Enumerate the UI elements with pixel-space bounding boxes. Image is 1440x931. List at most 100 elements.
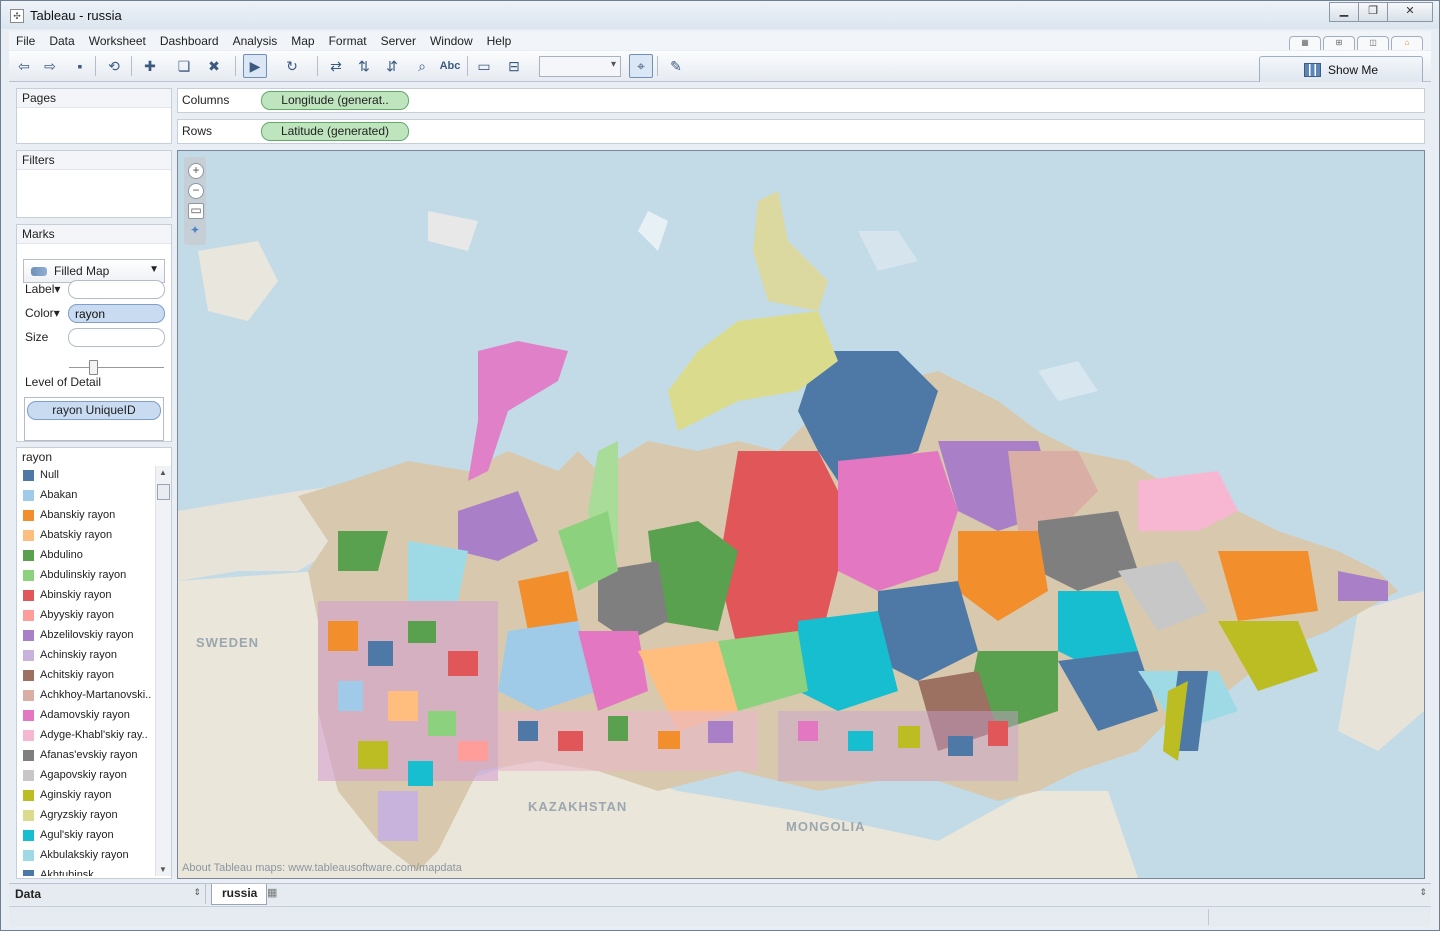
legend-item-label: Achitskiy rayon [40,669,114,681]
legend-item[interactable]: Abinskiy rayon [17,586,155,606]
legend-item-label: Achkhoy-Martanovski.. [40,689,152,701]
legend-item[interactable]: Abanskiy rayon [17,506,155,526]
legend-item[interactable]: Abyyskiy rayon [17,606,155,626]
legend-item[interactable]: Abzelilovskiy rayon [17,626,155,646]
legend-item[interactable]: Adyge-Khabl'skiy ray.. [17,726,155,746]
auto-update-icon[interactable]: ▶ [243,54,267,78]
legend-item[interactable]: Akbulakskiy rayon [17,846,155,866]
legend-scrollbar[interactable]: ▲ ▼ [155,466,171,876]
menu-window[interactable]: Window [423,34,480,48]
legend-item[interactable]: Agapovskiy rayon [17,766,155,786]
sheet-tabs-bar: Data ⇕ russia ▦ ⇕ [9,883,1431,905]
redo-icon[interactable]: ⇨ [39,55,61,77]
undo-icon[interactable]: ⇦ [13,55,35,77]
data-source-icon[interactable]: ◫ [1357,36,1389,50]
map-canvas[interactable] [178,151,1424,878]
rows-shelf[interactable]: Rows Latitude (generated) [177,119,1425,144]
size-shelf-label[interactable]: Size [25,330,48,344]
scroll-up-icon[interactable]: ▲ [159,468,167,477]
lod-field-pill[interactable]: rayon UniqueID [27,401,161,420]
level-of-detail-shelf[interactable]: rayon UniqueID [24,397,164,441]
size-slider-track[interactable] [69,367,164,368]
size-shelf[interactable] [68,328,165,347]
tooltip-toggle-icon[interactable]: ⌖ [629,54,653,78]
pages-card[interactable]: Pages [16,88,172,144]
longitude-pill[interactable]: Longitude (generat.. [261,91,409,110]
legend-item[interactable]: Agryzskiy rayon [17,806,155,826]
menu-format[interactable]: Format [322,34,374,48]
start-page-icon[interactable]: ⌂ [1391,36,1423,50]
fit-dropdown[interactable] [539,56,621,77]
zoom-area-icon[interactable]: ▭ [188,203,204,219]
refresh-icon[interactable]: ↻ [281,55,303,77]
menu-data[interactable]: Data [42,34,81,48]
columns-shelf[interactable]: Columns Longitude (generat.. [177,88,1425,113]
menu-map[interactable]: Map [284,34,321,48]
presentation-mode-icon[interactable]: ▭ [473,55,495,77]
duplicate-sheet-icon[interactable]: ❏ [173,55,195,77]
close-button[interactable]: ✕ [1387,2,1433,22]
legend-item-label: Agapovskiy rayon [40,769,127,781]
legend-item-label: Afanas'evskiy rayon [40,749,138,761]
new-sheet-tab-icon[interactable]: ▦ [267,886,293,902]
map-attribution[interactable]: About Tableau maps: www.tableausoftware.… [182,862,462,874]
menu-file[interactable]: File [9,34,42,48]
filmstrip-view-icon[interactable]: ▦ [1289,36,1321,50]
legend-item[interactable]: Abakan [17,486,155,506]
menu-server[interactable]: Server [374,34,423,48]
pin-map-icon[interactable]: ✦ [188,224,202,238]
minimize-button[interactable]: ▁ [1329,2,1359,22]
group-members-icon[interactable]: ⌕ [411,55,433,77]
fit-options-icon[interactable]: ⊟ [503,55,525,77]
legend-item[interactable]: Achkhoy-Martanovski.. [17,686,155,706]
show-mark-labels-button[interactable]: Abc [437,55,463,77]
color-field-pill[interactable]: rayon [68,304,165,323]
color-shelf-label[interactable]: Color▾ [25,306,60,320]
zoom-out-icon[interactable]: − [188,183,204,199]
clear-sheet-icon[interactable]: ✖ [203,55,225,77]
swap-rows-columns-icon[interactable]: ⇄ [325,55,347,77]
menu-dashboard[interactable]: Dashboard [153,34,226,48]
sheet-tab-label: russia [222,886,258,900]
legend-item[interactable]: Aginskiy rayon [17,786,155,806]
new-worksheet-icon[interactable]: ✚ [139,55,161,77]
toolbar-separator [467,56,468,76]
menu-worksheet[interactable]: Worksheet [82,34,153,48]
legend-item[interactable]: Abdulino [17,546,155,566]
tab-scroll-icon[interactable]: ⇕ [1419,887,1427,898]
up-down-arrow-icon[interactable]: ⇕ [193,887,201,898]
sort-ascending-icon[interactable]: ⇅ [353,55,375,77]
legend-swatch [23,710,34,721]
legend-item[interactable]: Abdulinskiy rayon [17,566,155,586]
menu-help[interactable]: Help [480,34,519,48]
highlight-icon[interactable]: ✎ [665,55,687,77]
legend-item[interactable]: Agul'skiy rayon [17,826,155,846]
legend-item[interactable]: Achitskiy rayon [17,666,155,686]
legend-item[interactable]: Null [17,466,155,486]
sheet-sorter-icon[interactable]: ⊞ [1323,36,1355,50]
legend-swatch [23,650,34,661]
legend-item[interactable]: Adamovskiy rayon [17,706,155,726]
show-me-button[interactable]: Show Me [1259,56,1423,82]
label-shelf[interactable] [68,280,165,299]
legend-item[interactable]: Akhtubinsk [17,866,155,876]
connect-data-icon[interactable]: ⟲ [103,55,125,77]
legend-item-label: Abyyskiy rayon [40,609,114,621]
save-icon[interactable]: ▪ [69,55,91,77]
legend-item[interactable]: Abatskiy rayon [17,526,155,546]
sort-descending-icon[interactable]: ⇵ [381,55,403,77]
legend-item[interactable]: Afanas'evskiy rayon [17,746,155,766]
label-shelf-label[interactable]: Label▾ [25,282,60,296]
map-view[interactable]: + − ▭ ✦ SWEDEN KAZAKHSTAN MONGOLIA About… [177,150,1425,879]
menu-analysis[interactable]: Analysis [226,34,285,48]
latitude-pill[interactable]: Latitude (generated) [261,122,409,141]
data-window-tab[interactable]: Data ⇕ [9,884,206,904]
legend-item[interactable]: Achinskiy rayon [17,646,155,666]
zoom-in-icon[interactable]: + [188,163,204,179]
filters-card[interactable]: Filters [16,150,172,218]
scrollbar-thumb[interactable] [157,484,170,500]
sheet-tab-russia[interactable]: russia [211,884,267,905]
maximize-button[interactable]: ❐ [1358,2,1388,22]
scroll-down-icon[interactable]: ▼ [159,865,167,874]
size-slider-thumb[interactable] [89,360,98,375]
